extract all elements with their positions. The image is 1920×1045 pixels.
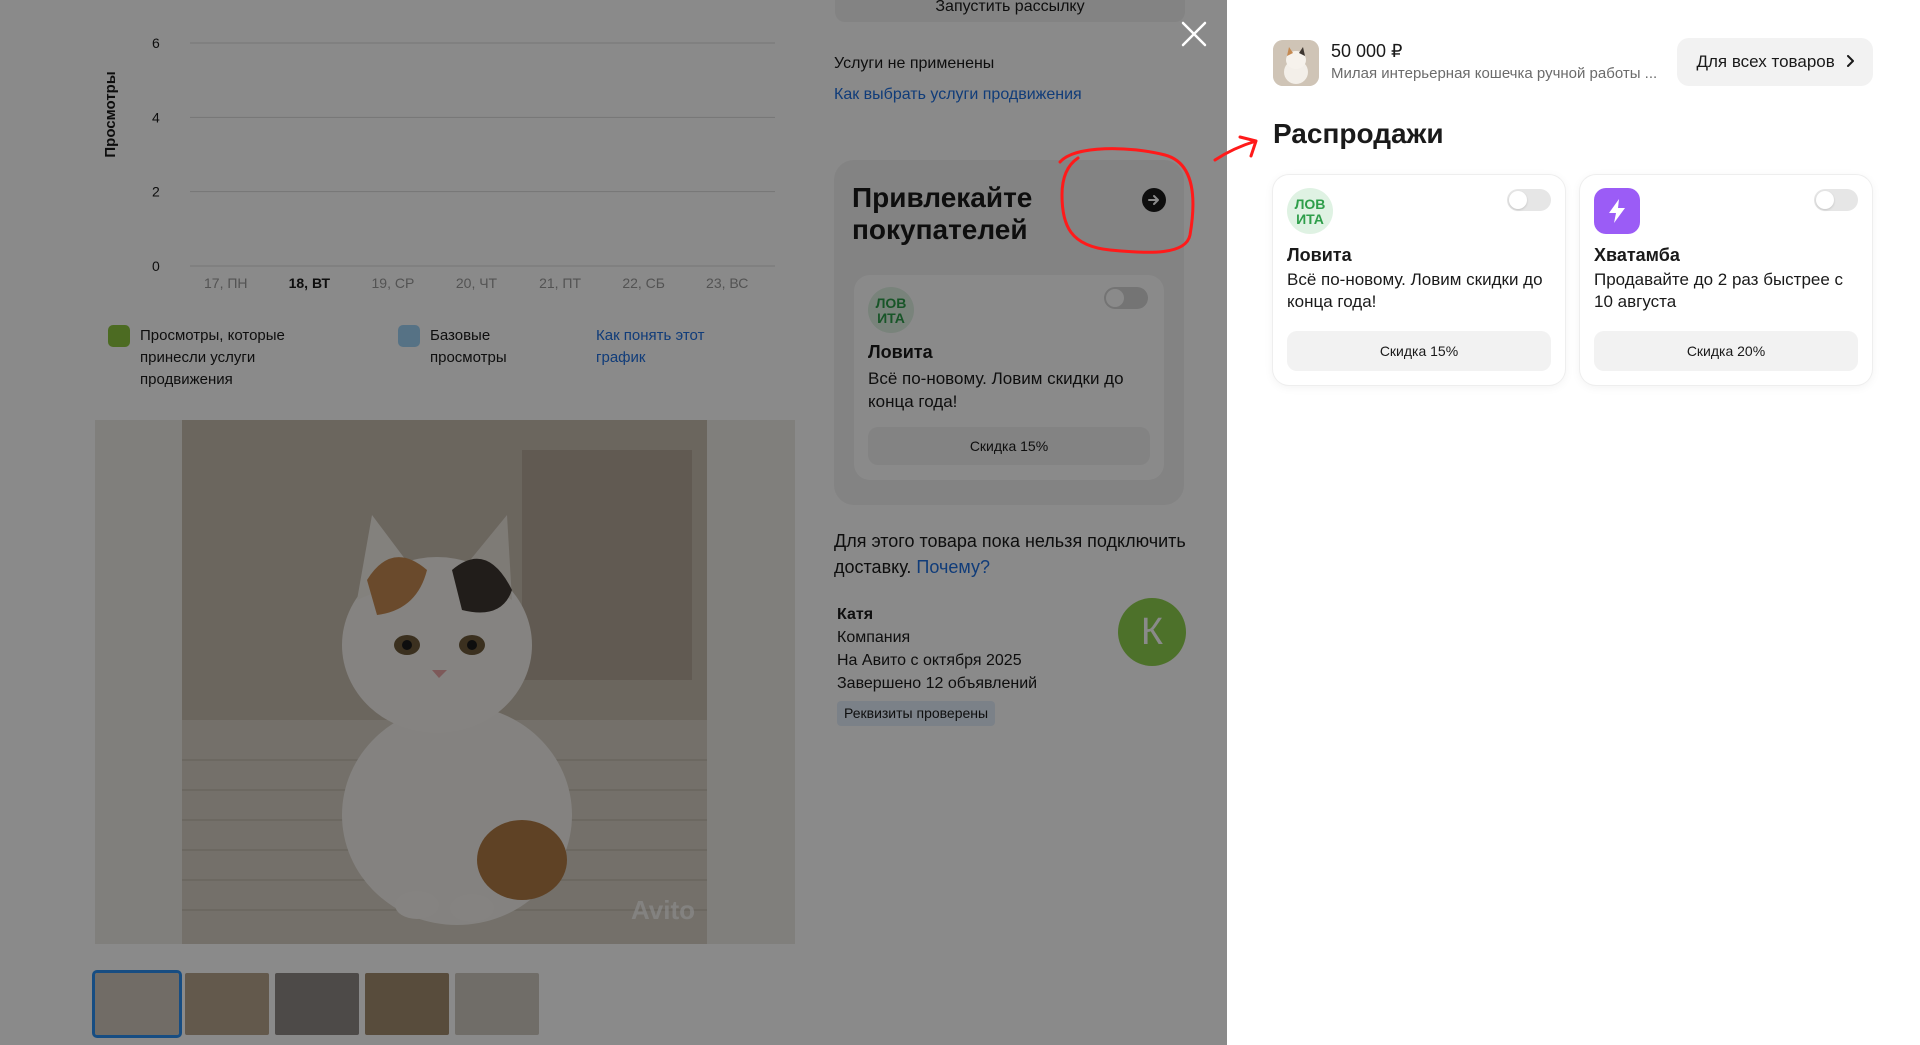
product-price: 50 000 ₽	[1331, 41, 1403, 61]
product-thumbnail	[1273, 40, 1319, 86]
delivery-notice: Для этого товара пока нельзя подключить …	[834, 528, 1194, 580]
close-icon[interactable]	[1178, 18, 1210, 50]
all-goods-label: Для всех товаров	[1696, 52, 1835, 71]
svg-text:ИТА: ИТА	[1296, 211, 1324, 227]
cat-photo-illustration	[182, 420, 707, 944]
legend-item-promo-views: Просмотры, которые принесли услуги продв…	[108, 325, 318, 391]
delivery-why-link[interactable]: Почему?	[916, 557, 990, 577]
views-chart-svg: Просмотры 0 2 4 6 17, ПН 18, ВТ 19, СР 20, ЧТ 21,…	[102, 35, 775, 291]
listing-photo-viewer[interactable]: Avito	[95, 420, 795, 944]
seller-verified-badge: Реквизиты проверены	[837, 701, 996, 726]
chart-x-tick-label: 22, СБ	[622, 275, 665, 291]
photo-thumbnail[interactable]	[185, 973, 269, 1035]
legend-swatch-base	[398, 325, 420, 347]
chart-x-tick-label: 20, ЧТ	[456, 275, 498, 291]
lovita-mini-card[interactable]: ЛОВ ИТА Ловита Всё по-новому. Ловим скид…	[854, 275, 1164, 480]
seller-completed: Завершено 12 объявлений	[837, 675, 1038, 692]
legend-item-base-views: Базовые просмотры	[398, 325, 548, 369]
sale-card-lovita[interactable]: ЛОВ ИТА Ловита Всё по-новому. Ловим скид…	[1273, 175, 1565, 385]
photo-thumbnail[interactable]	[365, 973, 449, 1035]
chart-x-tick-label: 18, ВТ	[289, 275, 331, 291]
sale-toggle-lovita[interactable]	[1507, 189, 1551, 211]
all-goods-button[interactable]: Для всех товаров	[1677, 38, 1873, 86]
photo-thumbnails	[92, 970, 539, 1038]
sale-desc-hvatamba: Продавайте до 2 раз быстрее с 10 августа	[1594, 270, 1844, 311]
delivery-text: Для этого товара пока нельзя подключить …	[834, 531, 1186, 577]
chart-y-tick-label: 6	[152, 35, 160, 51]
photo-thumbnail[interactable]	[92, 970, 182, 1038]
attract-buyers-title: Привлекайте покупателей	[852, 182, 1033, 245]
sale-card-hvatamba[interactable]: Хватамба Продавайте до 2 раз быстрее с 1…	[1580, 175, 1872, 385]
chart-x-tick-label: 17, ПН	[204, 275, 248, 291]
legend-label-promo: Просмотры, которые принесли услуги продв…	[140, 327, 285, 388]
arrow-right-circle-icon[interactable]	[1142, 188, 1166, 212]
lightning-icon	[1594, 188, 1640, 234]
chart-y-tick-label: 4	[152, 109, 160, 125]
lovita-mini-name: Ловита	[868, 342, 933, 362]
chart-legend: Просмотры, которые принесли услуги продв…	[108, 325, 778, 395]
sale-name-lovita: Ловита	[1287, 245, 1352, 265]
chart-x-tick-label: 19, СР	[372, 275, 415, 291]
views-chart: Просмотры 0 2 4 6 17, ПН 18, ВТ 19, СР 20, ЧТ 21,…	[95, 18, 785, 303]
lovita-logo-icon: ЛОВ ИТА	[1287, 188, 1333, 234]
svg-text:ЛОВ: ЛОВ	[876, 295, 907, 311]
photo-thumbnail[interactable]	[455, 973, 539, 1035]
listing-main-photo[interactable]	[182, 420, 707, 944]
chart-y-tick-label: 2	[152, 184, 160, 200]
sale-toggle-hvatamba[interactable]	[1814, 189, 1858, 211]
svg-text:ЛОВ: ЛОВ	[1295, 196, 1326, 212]
sale-name-hvatamba: Хватамба	[1594, 245, 1680, 265]
sales-drawer: 50 000 ₽ Милая интерьерная кошечка ручно…	[1227, 0, 1920, 1045]
chart-x-tick-label: 23, ВС	[706, 275, 748, 291]
avito-watermark: Avito	[630, 895, 695, 925]
sale-desc-lovita: Всё по-новому. Ловим скидки до конца год…	[1287, 270, 1543, 311]
sales-title: Распродажи	[1273, 118, 1444, 149]
lovita-mini-discount-button[interactable]: Скидка 15%	[868, 427, 1150, 465]
chart-y-axis-label: Просмотры	[102, 71, 119, 157]
services-status: Услуги не применены	[834, 55, 995, 72]
lovita-mini-toggle[interactable]	[1104, 287, 1148, 309]
chart-y-tick-label: 0	[152, 258, 160, 274]
lovita-logo-icon: ЛОВ ИТА	[868, 287, 914, 333]
lovita-mini-desc: Всё по-новому. Ловим скидки до конца год…	[868, 369, 1124, 411]
product-title: Милая интерьерная кошечка ручной работы …	[1331, 65, 1658, 82]
legend-label-base: Базовые просмотры	[430, 327, 507, 366]
start-mailing-button[interactable]: Запустить рассылку	[835, 0, 1185, 22]
services-help-link[interactable]: Как выбрать услуги продвижения	[834, 86, 1082, 104]
legend-swatch-promo	[108, 325, 130, 347]
listing-page: Просмотры 0 2 4 6 17, ПН 18, ВТ 19, СР 20, ЧТ 21,…	[0, 0, 1227, 1045]
sale-discount-button-lovita[interactable]: Скидка 15%	[1287, 331, 1551, 371]
chart-x-tick-label: 21, ПТ	[539, 275, 581, 291]
svg-text:ИТА: ИТА	[877, 310, 905, 326]
chevron-right-icon	[1846, 38, 1854, 86]
seller-avatar[interactable]: К	[1118, 598, 1186, 666]
sale-discount-button-hvatamba[interactable]: Скидка 20%	[1594, 331, 1858, 371]
attract-buyers-block: Привлекайте покупателей ЛОВ ИТА Ловита В…	[834, 160, 1184, 505]
photo-thumbnail[interactable]	[275, 973, 359, 1035]
chart-help-link[interactable]: Как понять этот график	[596, 325, 746, 369]
